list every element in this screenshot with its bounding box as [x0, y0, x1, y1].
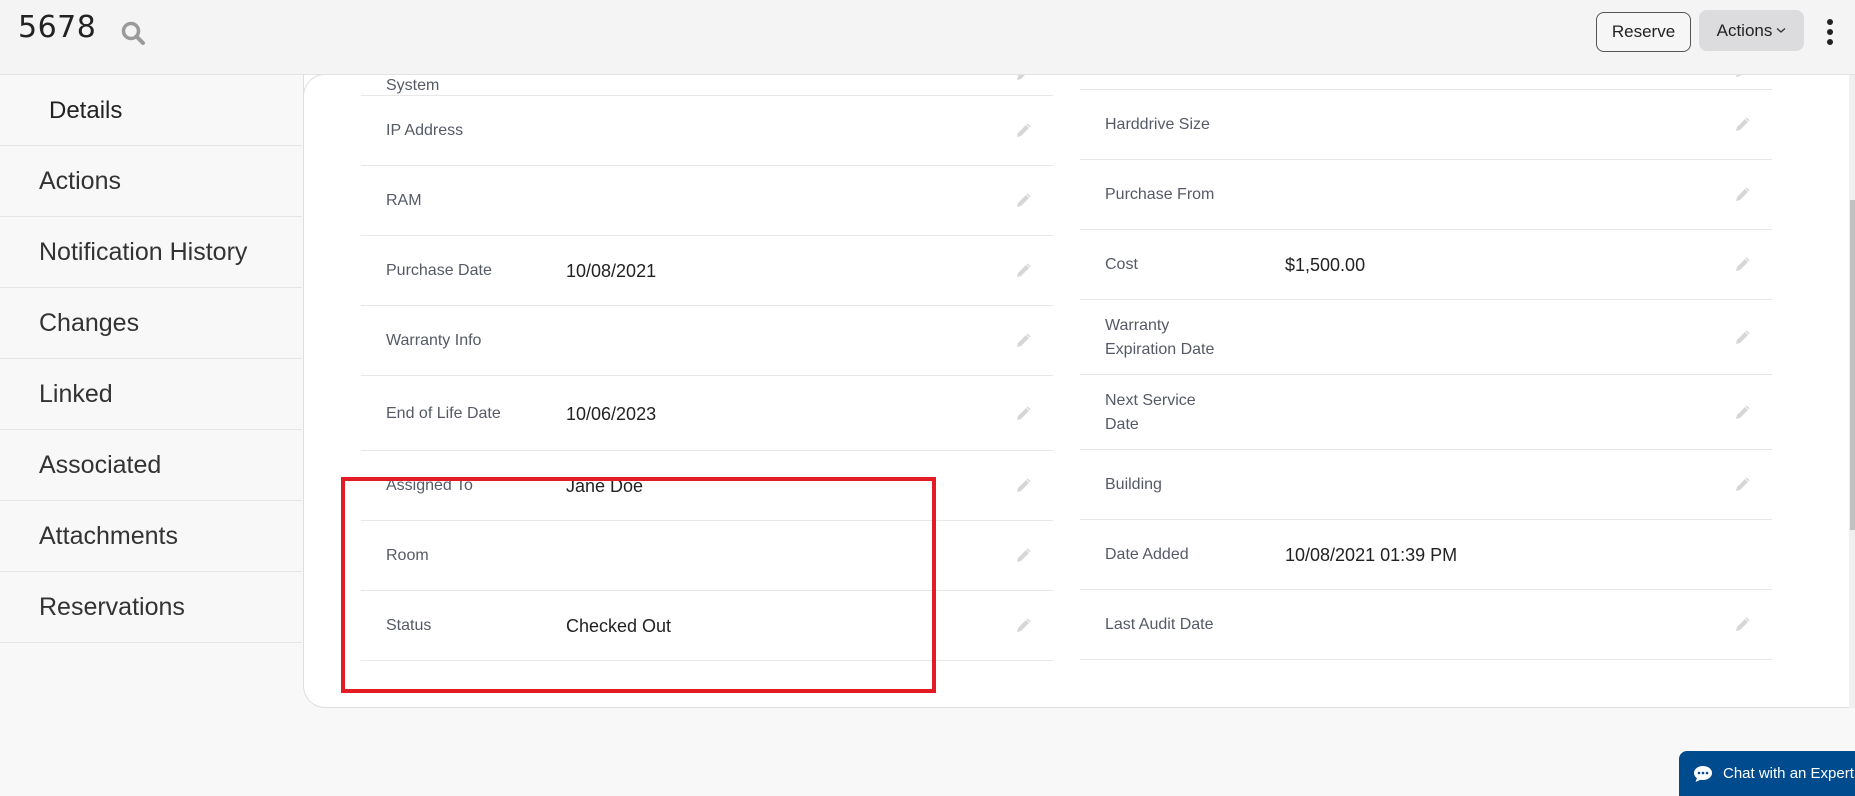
- pencil-edit-icon[interactable]: [1732, 185, 1752, 205]
- sidebar-item-label: Actions: [39, 166, 121, 195]
- pencil-edit-icon[interactable]: [1732, 75, 1752, 81]
- sidebar-item-label: Attachments: [39, 521, 178, 550]
- detail-row-date-added: Date Added 10/08/2021 01:39 PM: [1080, 520, 1772, 590]
- pencil-edit-icon[interactable]: [1732, 475, 1752, 495]
- field-label: Warranty Expiration Date: [1105, 316, 1215, 358]
- pencil-edit-icon[interactable]: [1013, 546, 1033, 566]
- field-label: MAC Address: [1105, 75, 1265, 83]
- pencil-edit-icon[interactable]: [1013, 616, 1033, 636]
- field-value: 10/08/2021: [566, 261, 657, 281]
- reserve-button[interactable]: Reserve: [1596, 12, 1691, 52]
- sidebar-item-label: Linked: [39, 379, 113, 408]
- sidebar-item-label: Changes: [39, 308, 140, 337]
- field-label: Cost: [1105, 256, 1138, 273]
- sidebar-item-changes[interactable]: Changes: [0, 288, 302, 359]
- field-label: Warranty Info: [386, 332, 482, 349]
- search-icon[interactable]: [120, 20, 146, 46]
- details-column-left: Operating SystemWindows 10 IP Address RAM P…: [361, 75, 1053, 661]
- sidebar-item-linked[interactable]: Linked: [0, 359, 302, 430]
- detail-row-last-audit-date: Last Audit Date: [1080, 590, 1772, 660]
- field-label: RAM: [386, 192, 422, 209]
- detail-row-room: Room: [361, 521, 1053, 591]
- sidebar-title: Details: [49, 96, 123, 124]
- sidebar-item-attachments[interactable]: Attachments: [0, 501, 302, 572]
- asset-id-title: 5678: [18, 10, 97, 45]
- pencil-edit-icon[interactable]: [1013, 476, 1033, 496]
- sidebar-item-label: Notification History: [39, 237, 248, 266]
- reserve-button-label: Reserve: [1611, 22, 1676, 41]
- pencil-edit-icon[interactable]: [1013, 121, 1033, 141]
- pencil-edit-icon[interactable]: [1732, 328, 1752, 348]
- details-card: Operating SystemWindows 10 IP Address RAM P…: [303, 75, 1851, 708]
- detail-row-end-of-life-date: End of Life Date 10/06/2023: [361, 376, 1053, 451]
- field-label: Building: [1105, 476, 1162, 493]
- field-value: 10/06/2023: [566, 403, 657, 424]
- detail-row-building: Building: [1080, 450, 1772, 520]
- top-bar: 5678 Reserve Actions: [0, 0, 1855, 75]
- sidebar-item-notification-history[interactable]: Notification History: [0, 217, 302, 288]
- detail-row-cost: Cost $1,500.00: [1080, 230, 1772, 300]
- field-label: Date Added: [1105, 546, 1189, 563]
- field-label: Room: [386, 547, 429, 564]
- field-value: 10/08/2021 01:39 PM: [1285, 545, 1458, 565]
- field-label: Last Audit Date: [1105, 616, 1214, 633]
- scrollbar-thumb[interactable]: [1850, 200, 1855, 530]
- sidebar-item-label: Associated: [39, 450, 162, 479]
- detail-row-mac-address: MAC Address: [1080, 75, 1772, 90]
- pencil-edit-icon[interactable]: [1013, 261, 1033, 281]
- field-label: End of Life Date: [386, 404, 501, 422]
- chat-label: Chat with an Expert: [1723, 765, 1854, 782]
- detail-row-status: Status Checked Out: [361, 591, 1053, 661]
- detail-row-harddrive-size: Harddrive Size: [1080, 90, 1772, 160]
- kebab-menu-icon[interactable]: [1824, 19, 1836, 45]
- field-label: Purchase Date: [386, 262, 492, 279]
- pencil-edit-icon[interactable]: [1013, 75, 1033, 84]
- detail-row-ram: RAM: [361, 166, 1053, 236]
- detail-row-ip-address: IP Address: [361, 96, 1053, 166]
- detail-row-assigned-to: Assigned To Jane Doe: [361, 451, 1053, 521]
- field-value: Checked Out: [566, 616, 672, 636]
- chat-bubble-icon: [1694, 765, 1712, 782]
- detail-row-purchase-from: Purchase From: [1080, 160, 1772, 230]
- sidebar-item-associated[interactable]: Associated: [0, 430, 302, 501]
- field-value: $1,500.00: [1285, 255, 1366, 275]
- field-value: Jane Doe: [566, 476, 644, 496]
- field-label: IP Address: [386, 122, 464, 139]
- sidebar-item-details[interactable]: Details: [0, 76, 302, 146]
- chevron-down-icon: [1776, 28, 1786, 33]
- sidebar-nav: Details Actions Notification History Cha…: [0, 76, 302, 643]
- field-label: Status: [386, 617, 432, 634]
- pencil-edit-icon[interactable]: [1732, 403, 1752, 423]
- pencil-edit-icon[interactable]: [1013, 331, 1033, 351]
- detail-row-next-service-date: Next Service Date: [1080, 375, 1772, 450]
- actions-dropdown-button[interactable]: Actions: [1699, 10, 1804, 51]
- pencil-edit-icon[interactable]: [1732, 255, 1752, 275]
- detail-row-warranty-info: Warranty Info: [361, 306, 1053, 376]
- field-label: Operating System: [386, 76, 440, 94]
- sidebar-item-label: Reservations: [39, 592, 185, 621]
- detail-row-purchase-date: Purchase Date 10/08/2021: [361, 236, 1053, 306]
- pencil-edit-icon[interactable]: [1013, 404, 1033, 424]
- details-column-right: MAC Address Harddrive Size Purchase From Co…: [1080, 75, 1772, 660]
- actions-button-label: Actions: [1716, 20, 1773, 40]
- field-label: Assigned To: [386, 477, 473, 494]
- pencil-edit-icon[interactable]: [1732, 115, 1752, 135]
- field-label: Next Service Date: [1105, 391, 1196, 433]
- field-label: Purchase From: [1105, 186, 1215, 203]
- detail-row-warranty-expiration-date: Warranty Expiration Date: [1080, 300, 1772, 375]
- sidebar-item-reservations[interactable]: Reservations: [0, 572, 302, 643]
- sidebar-item-actions[interactable]: Actions: [0, 146, 302, 217]
- detail-row-operating-system: Operating SystemWindows 10: [361, 75, 1053, 96]
- chat-with-expert-button[interactable]: Chat with an Expert: [1679, 751, 1855, 796]
- pencil-edit-icon[interactable]: [1732, 615, 1752, 635]
- pencil-edit-icon[interactable]: [1013, 191, 1033, 211]
- field-label: Harddrive Size: [1105, 116, 1210, 133]
